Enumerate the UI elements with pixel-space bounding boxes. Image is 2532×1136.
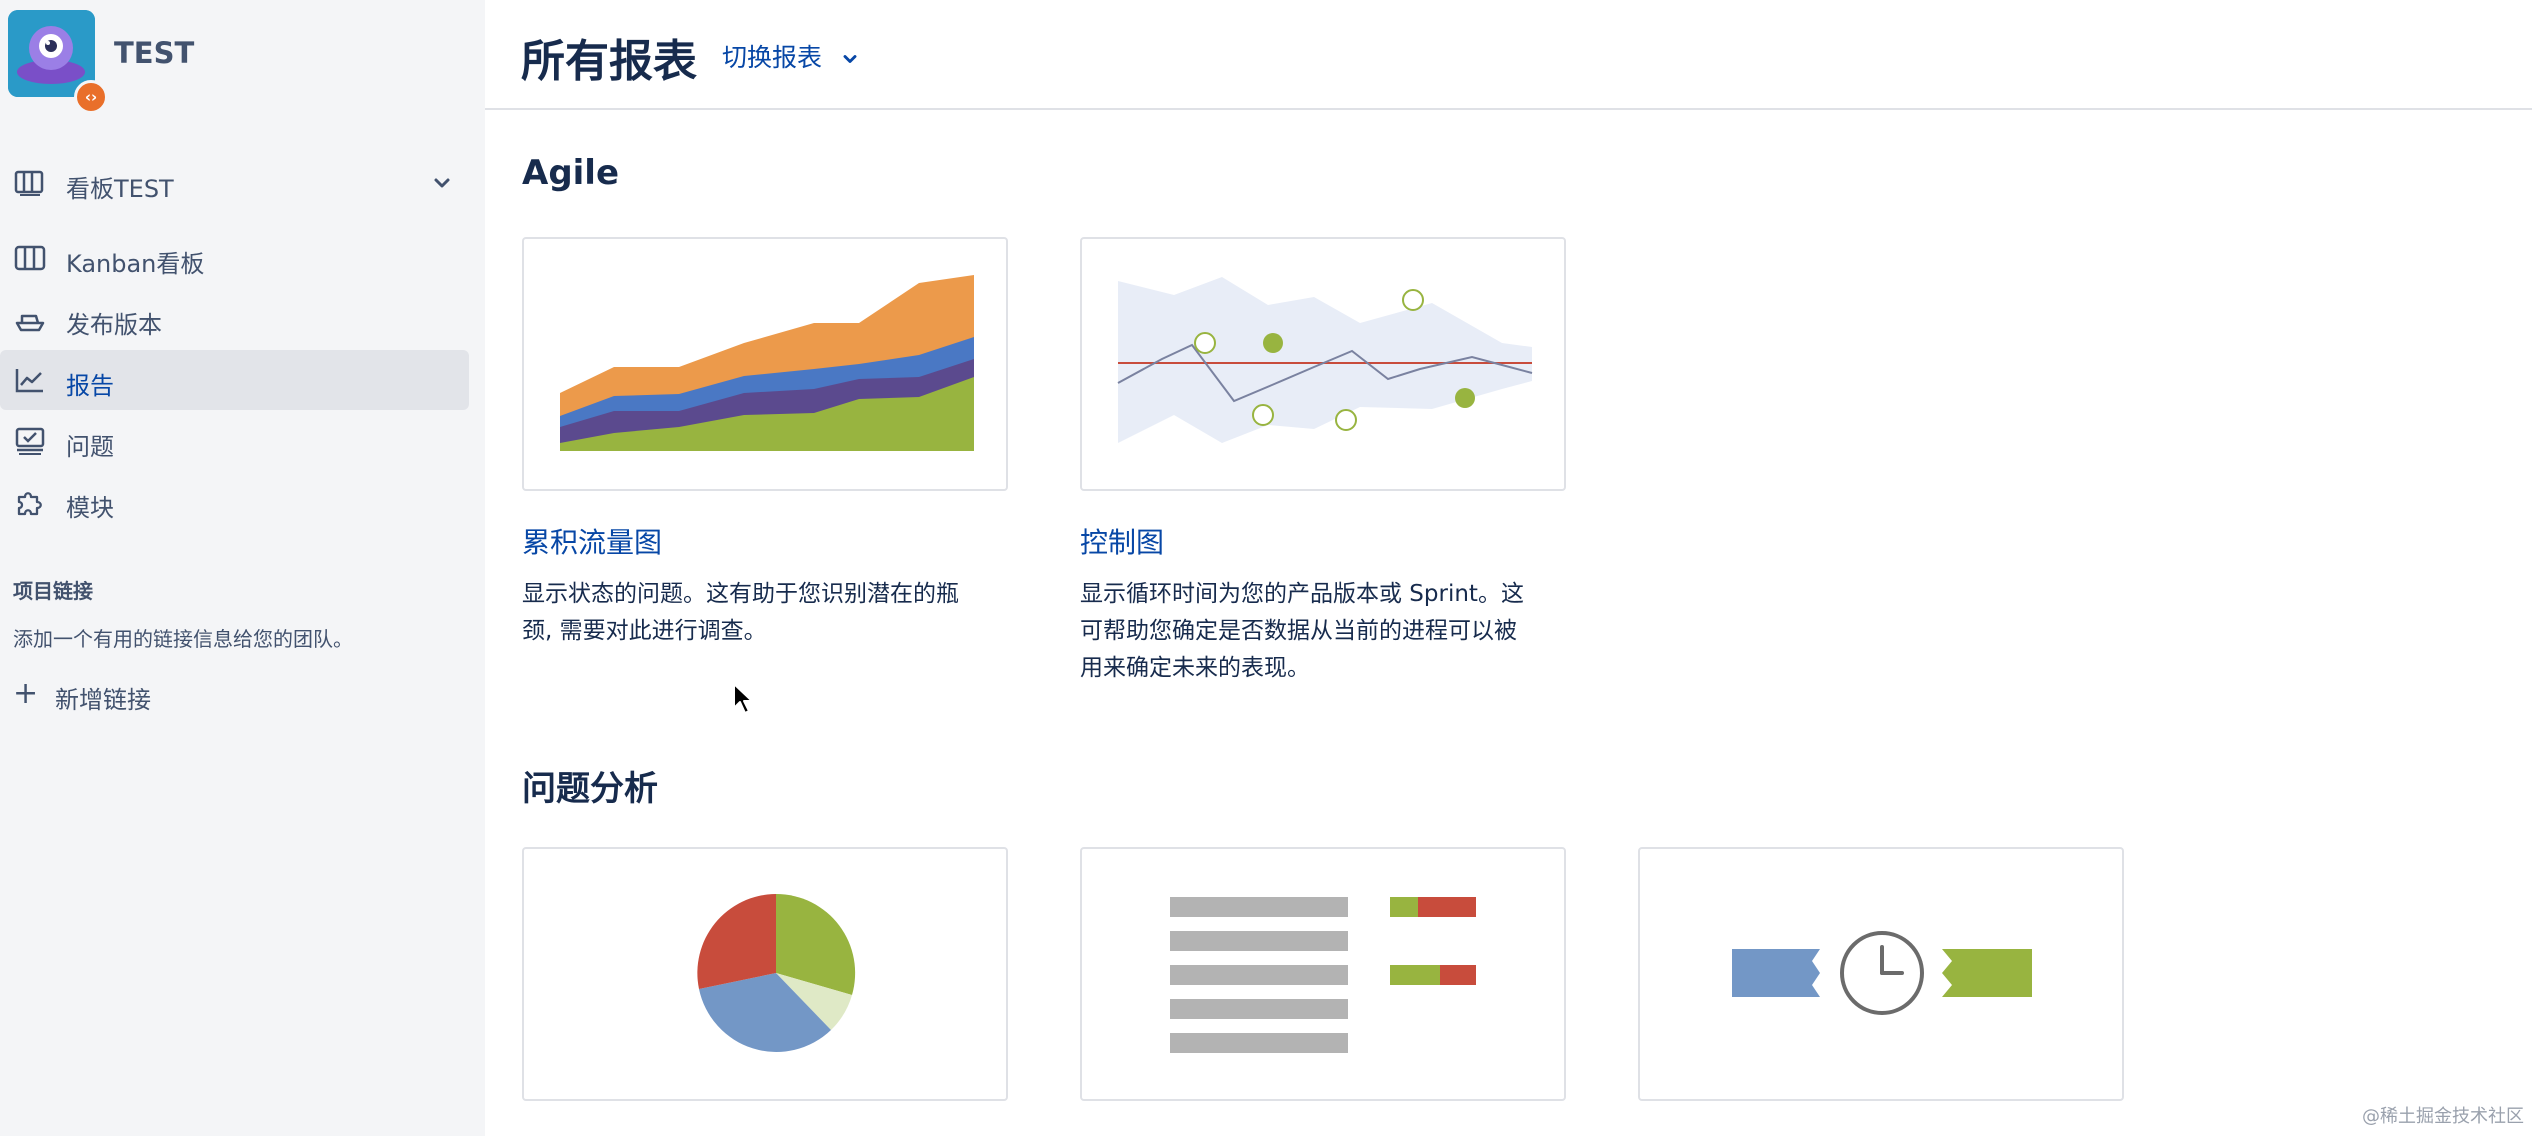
- group-title-issue-analysis: 问题分析: [522, 769, 658, 809]
- board-columns-icon: [14, 245, 46, 271]
- project-links-title: 项目链接: [13, 579, 93, 603]
- sidebar-item-releases[interactable]: 发布版本: [0, 289, 469, 349]
- description-line: 用来确定未来的表现。: [1080, 655, 1310, 681]
- switch-report-dropdown[interactable]: 切换报表: [722, 38, 860, 74]
- time-tracking-thumbnail[interactable]: [1638, 847, 2124, 1101]
- chevron-down-icon: [434, 178, 450, 188]
- description-line: 颈, 需要对此进行调查。: [522, 618, 767, 644]
- description-line: 显示状态的问题。这有助于您识别潜在的瓶: [522, 581, 959, 607]
- list-bar-thumbnail[interactable]: [1080, 847, 1566, 1101]
- project-links-description: 添加一个有用的链接信息给您的团队。: [13, 627, 353, 651]
- ship-icon: [15, 314, 45, 332]
- switch-report-label: 切换报表: [722, 43, 823, 72]
- board-selector-label: 看板TEST: [66, 175, 174, 203]
- sidebar: ‹› TEST 看板TEST Kanban看板 发布版本 报告 问题 模块 项目…: [0, 0, 485, 1136]
- sidebar-item-issues[interactable]: 问题: [0, 411, 469, 471]
- watermark: @稀土掘金技术社区: [2362, 1106, 2524, 1127]
- sidebar-item-reports[interactable]: 报告: [0, 350, 469, 410]
- sidebar-item-kanban[interactable]: Kanban看板: [0, 228, 469, 288]
- app-root: ‹› TEST 看板TEST Kanban看板 发布版本 报告 问题 模块 项目…: [0, 0, 2532, 1136]
- description-line: 可帮助您确定是否数据从当前的进程可以被: [1080, 618, 1517, 644]
- project-header[interactable]: ‹› TEST: [8, 10, 468, 114]
- mouse-cursor-icon: [733, 683, 753, 714]
- add-link-label: 新增链接: [55, 686, 151, 714]
- board-selector[interactable]: 看板TEST: [0, 153, 469, 213]
- page-header: 所有报表 切换报表: [485, 0, 2532, 110]
- pie-chart-thumbnail[interactable]: [522, 847, 1008, 1101]
- group-title-agile: Agile: [522, 153, 620, 193]
- sidebar-item-label: 发布版本: [66, 311, 162, 339]
- report-title-control-chart[interactable]: 控制图: [1080, 521, 1164, 561]
- description-line: 显示循环时间为您的产品版本或 Sprint。这: [1080, 581, 1524, 607]
- sidebar-item-label: 报告: [66, 372, 114, 400]
- page-title: 所有报表: [521, 36, 697, 87]
- report-title-cumulative-flow[interactable]: 累积流量图: [522, 521, 662, 561]
- add-link-button[interactable]: + 新增链接: [13, 676, 313, 714]
- puzzle-icon: [17, 492, 42, 516]
- chevron-down-icon: [843, 55, 857, 63]
- sidebar-item-label: 模块: [66, 494, 114, 522]
- board-icon: [14, 170, 44, 196]
- report-description-cumulative-flow: 显示状态的问题。这有助于您识别潜在的瓶 颈, 需要对此进行调查。: [522, 576, 1012, 650]
- plus-icon: +: [13, 676, 39, 711]
- project-name: TEST: [114, 36, 195, 70]
- sidebar-item-label: 问题: [66, 433, 114, 461]
- code-badge-icon: ‹›: [74, 80, 108, 114]
- issues-icon: [15, 427, 45, 455]
- cumulative-flow-diagram-thumbnail[interactable]: [522, 237, 1008, 491]
- chart-line-icon: [15, 369, 43, 393]
- sidebar-item-label: Kanban看板: [66, 250, 205, 278]
- control-chart-thumbnail[interactable]: [1080, 237, 1566, 491]
- sidebar-item-components[interactable]: 模块: [0, 472, 469, 532]
- report-description-control-chart: 显示循环时间为您的产品版本或 Sprint。这 可帮助您确定是否数据从当前的进程…: [1080, 576, 1570, 687]
